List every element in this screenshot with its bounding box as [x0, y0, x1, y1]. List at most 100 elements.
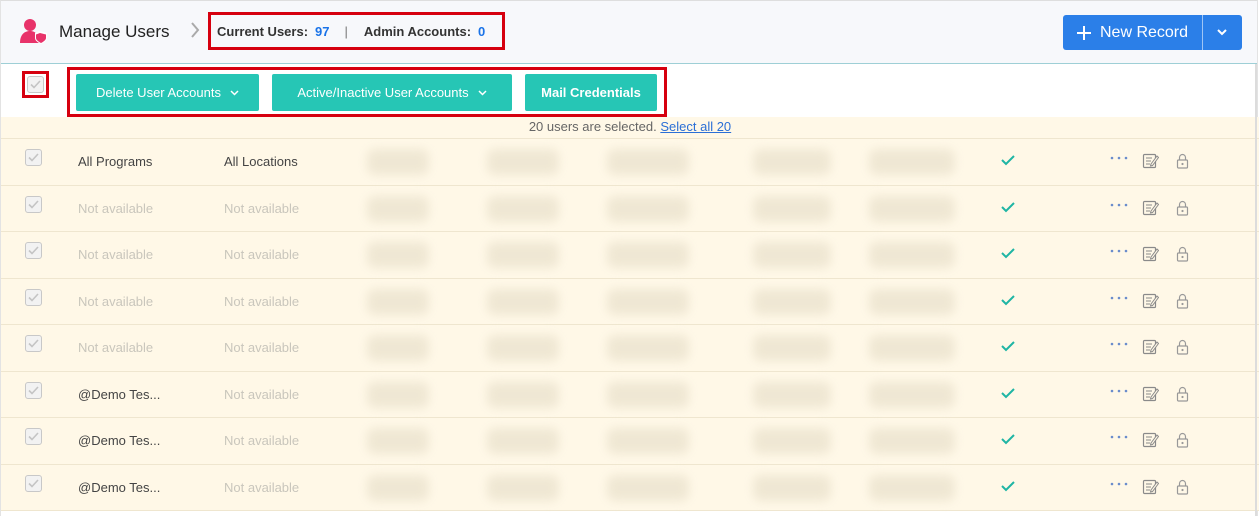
- lock-icon[interactable]: [1176, 339, 1189, 355]
- redacted-cell: [487, 149, 559, 175]
- redacted-cell: [607, 428, 689, 454]
- delete-user-accounts-button[interactable]: Delete User Accounts: [76, 74, 259, 111]
- row-checkbox[interactable]: [25, 428, 42, 445]
- lock-icon[interactable]: [1176, 386, 1189, 402]
- program-cell: Not available: [78, 247, 154, 262]
- more-icon[interactable]: [1109, 478, 1129, 490]
- redacted-cell: [753, 381, 831, 408]
- table-row[interactable]: Not available Not available: [1, 325, 1259, 372]
- redacted-cell: [753, 335, 831, 361]
- location-cell: Not available: [224, 386, 300, 402]
- redacted-cell: [607, 242, 689, 268]
- delete-user-accounts-label: Delete User Accounts: [95, 85, 221, 100]
- page-header: Manage Users Current Users: 97 | Admin A…: [1, 1, 1257, 64]
- more-icon[interactable]: [1109, 431, 1129, 443]
- table-row[interactable]: Not available Not available: [1, 278, 1259, 325]
- redacted-cell: [487, 288, 559, 315]
- active-inactive-accounts-button[interactable]: Active/Inactive User Accounts: [272, 74, 512, 111]
- edit-icon[interactable]: [1142, 431, 1159, 448]
- bulk-actions-group: Delete User Accounts Active/Inactive Use…: [67, 67, 667, 117]
- program-cell: Not available: [78, 293, 154, 309]
- redacted-cell: [607, 149, 689, 175]
- more-icon[interactable]: [1109, 385, 1129, 397]
- more-icon[interactable]: [1109, 245, 1129, 257]
- checkmark-icon: [1001, 341, 1015, 352]
- location-cell: Not available: [224, 340, 300, 355]
- edit-icon[interactable]: [1142, 338, 1159, 355]
- location-cell: Not available: [224, 200, 300, 216]
- edit-icon[interactable]: [1142, 152, 1159, 169]
- scrollbar-track[interactable]: [1255, 64, 1257, 516]
- row-checkbox[interactable]: [25, 149, 42, 166]
- chevron-down-icon[interactable]: [1216, 28, 1228, 36]
- table-row[interactable]: @Demo Tes... Not available: [1, 371, 1259, 418]
- active-inactive-accounts-label: Active/Inactive User Accounts: [297, 85, 469, 100]
- chevron-right-icon: [191, 22, 200, 38]
- lock-icon[interactable]: [1176, 479, 1189, 495]
- checkmark-icon: [1001, 248, 1015, 259]
- user-stats: Current Users: 97 | Admin Accounts: 0: [208, 12, 505, 50]
- lock-icon[interactable]: [1176, 246, 1189, 262]
- checkmark-icon: [1001, 387, 1015, 398]
- select-all-checkbox[interactable]: [22, 71, 49, 98]
- more-icon[interactable]: [1109, 292, 1129, 304]
- redacted-cell: [487, 335, 559, 361]
- redacted-cell: [753, 195, 831, 222]
- table-row[interactable]: @Demo Tes... Not available: [1, 418, 1259, 465]
- lock-icon[interactable]: [1176, 200, 1189, 216]
- new-record-label: New Record: [1100, 23, 1189, 41]
- more-icon[interactable]: [1109, 338, 1129, 350]
- location-cell: All Locations: [224, 154, 298, 169]
- current-users-label: Current Users:: [217, 23, 309, 39]
- edit-icon[interactable]: [1142, 478, 1159, 495]
- lock-icon[interactable]: [1176, 293, 1189, 309]
- row-checkbox[interactable]: [25, 381, 42, 399]
- users-icon: [20, 19, 47, 44]
- checkmark-icon: [1001, 201, 1015, 212]
- plus-icon: [1077, 25, 1091, 40]
- select-all-link[interactable]: Select all 20: [660, 119, 731, 134]
- redacted-cell: [367, 335, 429, 361]
- table-row[interactable]: All Programs All Locations: [1, 139, 1259, 186]
- row-checkbox[interactable]: [25, 195, 42, 213]
- program-cell: @Demo Tes...: [78, 433, 161, 448]
- redacted-cell: [367, 381, 429, 408]
- edit-icon[interactable]: [1142, 245, 1159, 262]
- redacted-cell: [869, 149, 955, 175]
- row-checkbox[interactable]: [25, 242, 42, 259]
- redacted-cell: [607, 195, 689, 222]
- checkbox-icon: [27, 76, 44, 93]
- lock-icon[interactable]: [1176, 432, 1189, 448]
- edit-icon[interactable]: [1142, 199, 1159, 216]
- redacted-cell: [869, 242, 955, 268]
- location-cell: Not available: [224, 479, 300, 495]
- chevron-down-icon: [478, 89, 487, 96]
- new-record-button[interactable]: New Record: [1063, 15, 1242, 50]
- redacted-cell: [367, 428, 429, 454]
- checkmark-icon: [1001, 480, 1015, 491]
- lock-icon[interactable]: [1176, 153, 1189, 169]
- redacted-cell: [487, 242, 559, 268]
- page-title: Manage Users: [59, 22, 170, 41]
- row-checkbox[interactable]: [25, 335, 42, 352]
- more-icon[interactable]: [1109, 152, 1129, 164]
- checkmark-icon: [1001, 294, 1015, 305]
- mail-credentials-label: Mail Credentials: [541, 85, 641, 100]
- users-table-body: All Programs All Locations Not available No…: [1, 139, 1259, 511]
- edit-icon[interactable]: [1142, 385, 1159, 402]
- program-cell: @Demo Tes...: [78, 479, 161, 495]
- selection-count-text: 20 users are selected.: [528, 119, 657, 134]
- table-row[interactable]: Not available Not available: [1, 232, 1259, 279]
- redacted-cell: [607, 474, 689, 501]
- admin-accounts-count: 0: [478, 23, 486, 39]
- edit-icon[interactable]: [1142, 292, 1159, 309]
- row-checkbox[interactable]: [25, 288, 42, 306]
- admin-accounts-label: Admin Accounts:: [363, 23, 472, 39]
- mail-credentials-button[interactable]: Mail Credentials: [525, 74, 657, 111]
- row-checkbox[interactable]: [25, 474, 42, 492]
- redacted-cell: [607, 288, 689, 315]
- table-row[interactable]: Not available Not available: [1, 185, 1259, 232]
- more-icon[interactable]: [1109, 199, 1129, 211]
- redacted-cell: [869, 335, 955, 361]
- table-row[interactable]: @Demo Tes... Not available: [1, 464, 1259, 511]
